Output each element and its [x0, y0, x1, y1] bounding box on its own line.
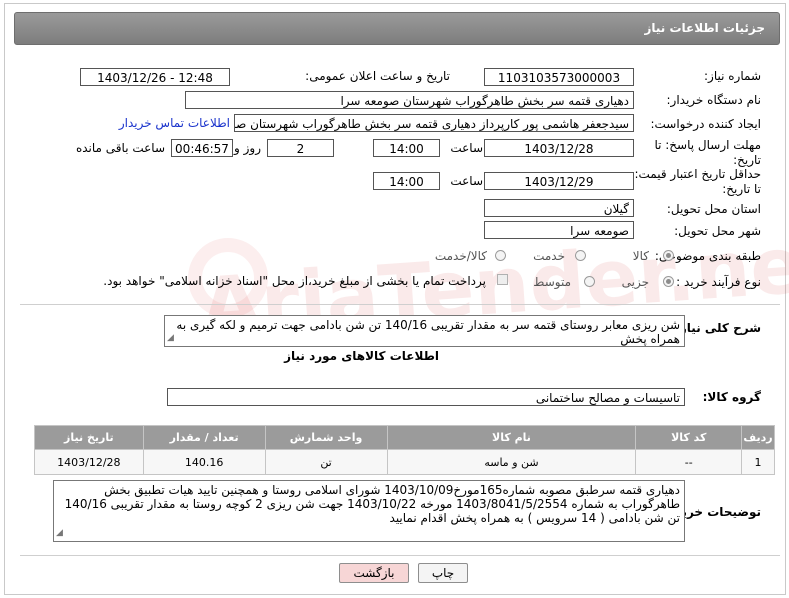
col-row-number: ردیف — [741, 425, 775, 450]
buyer-notes-field: دهیاری قتمه سرطبق مصوبه شماره165مورخ1403… — [53, 480, 685, 542]
divider — [20, 304, 780, 305]
col-goods-name: نام کالا — [386, 425, 637, 450]
goods-info-title: اطلاعات کالاهای مورد نیاز — [284, 349, 439, 363]
summary-field: شن ریزی معابر روستای قتمه سر به مقدار تق… — [164, 315, 685, 347]
cell-need-date: 1403/12/28 — [34, 449, 144, 475]
days-remaining-field: 2 — [267, 139, 334, 157]
deadline-date-field: 1403/12/28 — [484, 139, 634, 157]
province-label: استان محل تحویل: — [666, 202, 761, 216]
col-unit: واحد شمارش — [264, 425, 388, 450]
validity-label: حداقل تاریخ اعتبار قیمت: تا تاریخ: — [634, 167, 761, 196]
validity-time-field: 14:00 — [373, 172, 440, 190]
cell-quantity: 140.16 — [142, 449, 266, 475]
need-number-field: 1103103573000003 — [484, 68, 634, 86]
divider — [20, 555, 780, 556]
cell-goods-name: شن و ماسه — [386, 449, 637, 475]
validity-date-field: 1403/12/29 — [484, 172, 634, 190]
col-need-date: تاریخ نیاز — [34, 425, 144, 450]
buyer-notes-text: دهیاری قتمه سرطبق مصوبه شماره165مورخ1403… — [64, 483, 680, 525]
creator-label: ایجاد کننده درخواست: — [650, 117, 761, 131]
category-radio-service[interactable] — [575, 250, 586, 261]
creator-field: سیدجعفر هاشمی پور کارپرداز دهیاری قتمه س… — [234, 114, 634, 132]
days-label: روز و — [234, 141, 261, 155]
col-quantity: تعداد / مقدار — [142, 425, 266, 450]
category-option-goods-service: کالا/خدمت — [434, 249, 487, 263]
need-number-label: شماره نیاز: — [704, 69, 761, 83]
deadline-label: مهلت ارسال پاسخ: تا تاریخ: — [654, 138, 761, 167]
validity-time-label: ساعت — [450, 174, 483, 188]
city-label: شهر محل تحویل: — [674, 224, 761, 238]
purchase-radio-minor[interactable] — [663, 276, 674, 287]
announce-field: 1403/12/26 - 12:48 — [80, 68, 230, 86]
treasury-payment-note: پرداخت تمام یا بخشی از مبلغ خرید،از محل … — [103, 274, 486, 288]
purchase-type-label: نوع فرآیند خرید : — [676, 275, 761, 289]
back-button[interactable]: بازگشت — [339, 563, 409, 583]
purchase-radio-medium[interactable] — [584, 276, 595, 287]
remaining-time-label: ساعت باقی مانده — [75, 141, 165, 155]
goods-group-label: گروه کالا: — [702, 390, 761, 404]
buyer-contact-link[interactable]: اطلاعات تماس خریدار — [119, 116, 230, 130]
cell-row-number: 1 — [741, 449, 775, 475]
deadline-time-label: ساعت — [450, 141, 483, 155]
buyer-org-field: دهیاری قتمه سر بخش طاهرگوراب شهرستان صوم… — [185, 91, 634, 109]
category-radio-goods[interactable] — [663, 250, 674, 261]
category-option-service: خدمت — [533, 249, 565, 263]
resize-grip-icon[interactable]: ◢ — [167, 331, 174, 345]
remaining-time-field: 00:46:57 — [171, 139, 233, 157]
category-option-goods: کالا — [632, 249, 649, 263]
table-row: 1 -- شن و ماسه تن 140.16 1403/12/28 — [34, 449, 775, 475]
goods-group-field: تاسیسات و مصالح ساختمانی — [167, 388, 685, 406]
cell-goods-code: -- — [635, 449, 742, 475]
resize-grip-icon[interactable]: ◢ — [56, 526, 63, 540]
treasury-payment-checkbox[interactable] — [497, 274, 508, 285]
province-field: گیلان — [484, 199, 634, 217]
cell-unit: تن — [264, 449, 388, 475]
purchase-option-minor: جزیی — [621, 275, 649, 289]
summary-label: شرح کلی نیاز: — [675, 321, 761, 335]
city-field: صومعه سرا — [484, 221, 634, 239]
print-button[interactable]: چاپ — [418, 563, 468, 583]
table-header-row: ردیف کد کالا نام کالا واحد شمارش تعداد /… — [34, 425, 775, 450]
deadline-time-field: 14:00 — [373, 139, 440, 157]
buyer-org-label: نام دستگاه خریدار: — [666, 93, 762, 107]
goods-table: ردیف کد کالا نام کالا واحد شمارش تعداد /… — [34, 425, 775, 475]
col-goods-code: کد کالا — [635, 425, 742, 450]
announce-label: تاریخ و ساعت اعلان عمومی: — [305, 69, 450, 83]
category-radio-goods-service[interactable] — [495, 250, 506, 261]
page-header: جزئیات اطلاعات نیاز — [14, 12, 780, 45]
purchase-option-medium: متوسط — [533, 275, 571, 289]
page-title: جزئیات اطلاعات نیاز — [644, 21, 765, 35]
summary-text: شن ریزی معابر روستای قتمه سر به مقدار تق… — [176, 318, 680, 346]
